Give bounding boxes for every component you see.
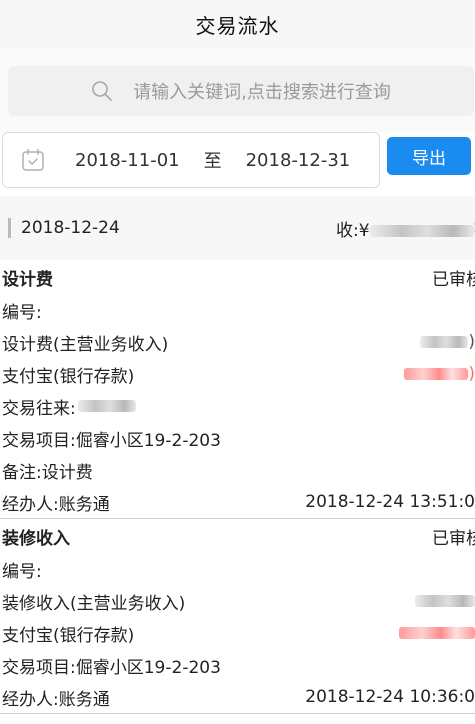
masked-account-amount bbox=[399, 623, 475, 643]
number-label: 编号: bbox=[2, 302, 42, 323]
record-number-row: 编号: bbox=[0, 294, 475, 326]
search-icon bbox=[92, 81, 112, 101]
record-time: 2018-12-24 13:51:0 bbox=[305, 492, 475, 512]
record-category-row: 装修收入(主营业务收入) bbox=[0, 585, 475, 617]
income-prefix: 收:¥ bbox=[336, 220, 370, 241]
operator-label: 经办人: bbox=[2, 494, 59, 515]
masked-amount bbox=[369, 224, 474, 237]
record-name: 装修收入 bbox=[2, 528, 70, 549]
record-number-row: 编号: bbox=[0, 553, 475, 585]
transaction-card[interactable]: 设计费 已审核 编号: 设计费(主营业务收入) ) 支付宝(银行存款) ) 交易… bbox=[0, 260, 475, 519]
record-title-row: 装修收入 已审核 bbox=[0, 519, 475, 553]
record-status: 已审核 bbox=[432, 528, 475, 549]
page-title: 交易流水 bbox=[195, 13, 280, 38]
end-date[interactable]: 2018-12-31 bbox=[246, 150, 351, 171]
counterparty-label: 交易往来: bbox=[2, 398, 76, 419]
category-label: 设计费(主营业务收入) bbox=[2, 334, 169, 355]
record-operator-row: 经办人: 账务通 2018-12-24 10:36:0 bbox=[0, 681, 475, 713]
export-button[interactable]: 导出 bbox=[387, 137, 471, 175]
masked-counterparty bbox=[77, 400, 136, 412]
operator-value: 账务通 bbox=[58, 689, 110, 710]
account-label: 支付宝(银行存款) bbox=[2, 625, 135, 646]
number-label: 编号: bbox=[2, 561, 42, 582]
masked-category-amount bbox=[415, 591, 475, 611]
transaction-card[interactable]: 装修收入 已审核 编号: 装修收入(主营业务收入) 支付宝(银行存款) 交易项目… bbox=[0, 519, 475, 714]
day-income: 收:¥¥0 bbox=[336, 216, 475, 241]
record-project-row: 交易项目: 倔睿小区19-2-203 bbox=[0, 649, 475, 681]
project-label: 交易项目: bbox=[2, 430, 76, 451]
date-filter-bar: 2018-11-01 至 2018-12-31 导出 bbox=[0, 132, 475, 188]
operator-value: 账务通 bbox=[58, 494, 110, 515]
day-group-header: 2018-12-24 收:¥¥0 bbox=[0, 196, 475, 260]
account-label: 支付宝(银行存款) bbox=[2, 366, 135, 387]
project-value: 倔睿小区19-2-203 bbox=[75, 430, 221, 451]
record-counterparty-row: 交易往来: bbox=[0, 390, 475, 422]
remark-label: 备注: bbox=[2, 462, 42, 483]
record-project-row: 交易项目: 倔睿小区19-2-203 bbox=[0, 422, 475, 454]
transaction-list: 设计费 已审核 编号: 设计费(主营业务收入) ) 支付宝(银行存款) ) 交易… bbox=[0, 260, 475, 714]
record-time: 2018-12-24 10:36:0 bbox=[305, 687, 475, 707]
remark-value: 设计费 bbox=[41, 462, 93, 483]
record-operator-row: 经办人: 账务通 2018-12-24 13:51:0 bbox=[0, 486, 475, 518]
record-remark-row: 备注: 设计费 bbox=[0, 454, 475, 486]
masked-category-amount: ) bbox=[420, 332, 475, 352]
calendar-icon bbox=[22, 148, 44, 171]
masked-account-amount: ) bbox=[404, 364, 475, 384]
category-label: 装修收入(主营业务收入) bbox=[2, 593, 186, 614]
day-marker bbox=[8, 218, 11, 238]
operator-label: 经办人: bbox=[2, 689, 59, 710]
app-header: 交易流水 bbox=[0, 0, 475, 48]
search-placeholder: 请输入关键词,点击搜索进行查询 bbox=[133, 82, 391, 103]
record-status: 已审核 bbox=[432, 269, 475, 290]
record-account-row: 支付宝(银行存款) bbox=[0, 617, 475, 649]
search-input[interactable]: 请输入关键词,点击搜索进行查询 bbox=[8, 66, 474, 116]
record-title-row: 设计费 已审核 bbox=[0, 260, 475, 294]
record-category-row: 设计费(主营业务收入) ) bbox=[0, 326, 475, 358]
date-separator: 至 bbox=[203, 151, 222, 172]
start-date[interactable]: 2018-11-01 bbox=[75, 150, 180, 171]
project-label: 交易项目: bbox=[2, 657, 76, 678]
record-account-row: 支付宝(银行存款) ) bbox=[0, 358, 475, 390]
date-range-picker[interactable]: 2018-11-01 至 2018-12-31 bbox=[2, 132, 380, 188]
day-date: 2018-12-24 bbox=[21, 218, 120, 238]
project-value: 倔睿小区19-2-203 bbox=[75, 657, 221, 678]
record-name: 设计费 bbox=[2, 269, 53, 290]
